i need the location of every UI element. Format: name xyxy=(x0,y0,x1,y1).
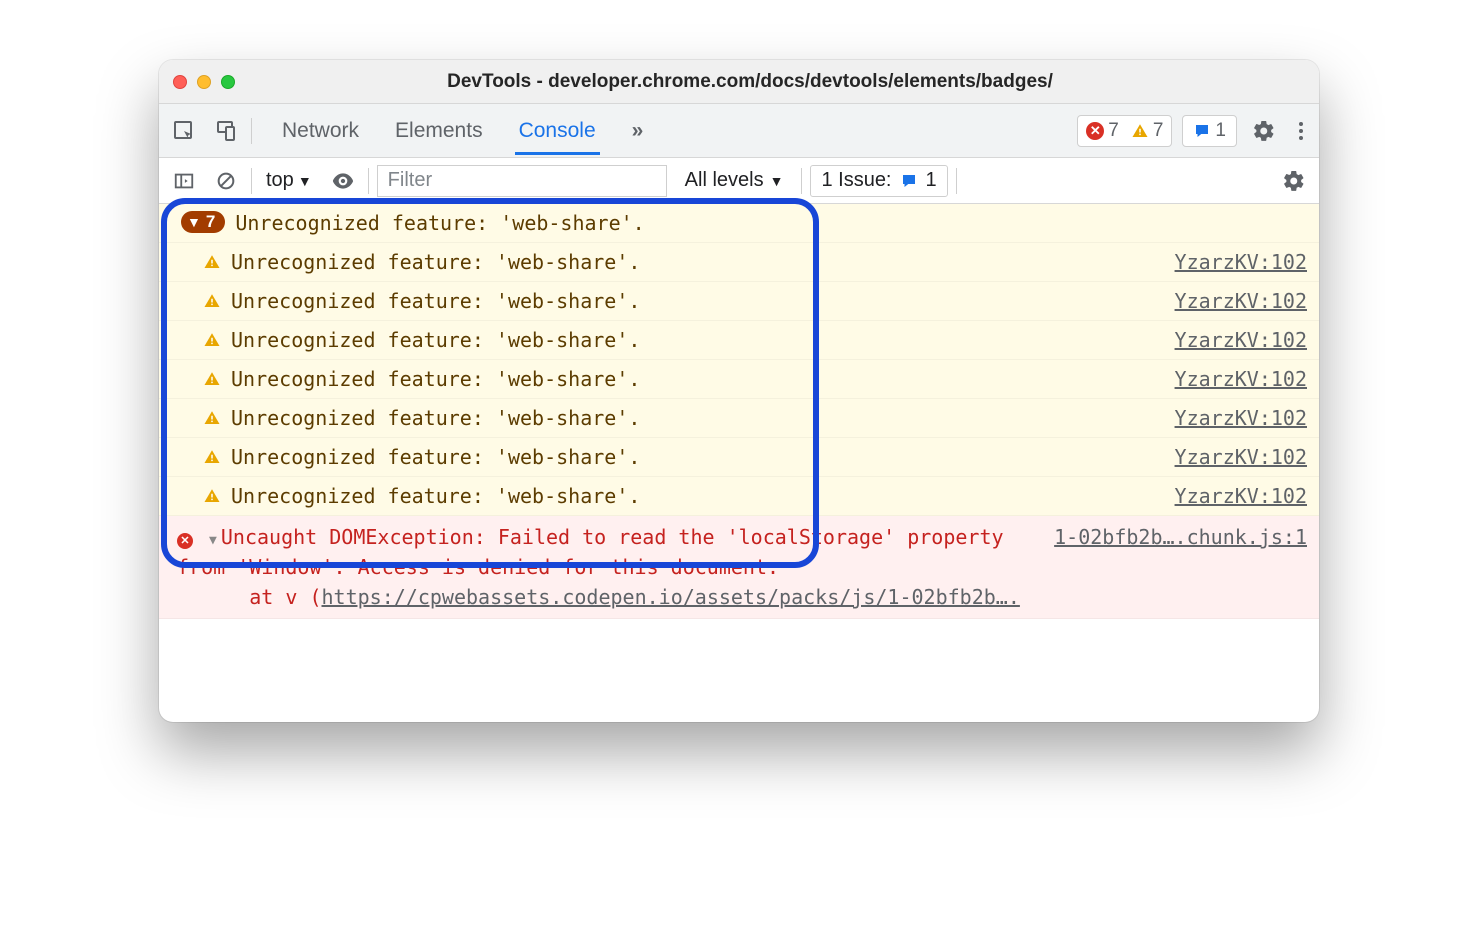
tab-elements[interactable]: Elements xyxy=(391,107,487,155)
error-warning-badge[interactable]: ✕ 7 7 xyxy=(1077,115,1172,147)
issues-label: 1 Issue: xyxy=(821,169,891,192)
issues-button[interactable]: 1 Issue: 1 xyxy=(810,165,947,197)
error-icon: ✕ xyxy=(1086,122,1104,140)
collapse-icon: ▼ xyxy=(187,214,201,230)
warning-source-link[interactable]: YzarzKV:102 xyxy=(1175,406,1307,430)
window-title: DevTools - developer.chrome.com/docs/dev… xyxy=(255,71,1305,93)
divider xyxy=(956,168,957,194)
warning-source-link[interactable]: YzarzKV:102 xyxy=(1175,445,1307,469)
warning-message: Unrecognized feature: 'web-share'. xyxy=(231,406,640,430)
warning-source-link[interactable]: YzarzKV:102 xyxy=(1175,289,1307,313)
tab-console[interactable]: Console xyxy=(515,107,600,155)
warning-entry[interactable]: Unrecognized feature: 'web-share'. YzarzK… xyxy=(159,399,1319,438)
context-selector[interactable]: top ▼ xyxy=(260,165,318,196)
warning-entry[interactable]: Unrecognized feature: 'web-share'. YzarzK… xyxy=(159,321,1319,360)
sidebar-toggle-icon[interactable] xyxy=(167,164,201,198)
warning-icon xyxy=(203,370,221,388)
warning-message: Unrecognized feature: 'web-share'. xyxy=(231,367,640,391)
disclosure-icon: ▼ xyxy=(209,531,217,551)
error-entry[interactable]: 1-02bfb2b….chunk.js:1 ✕ ▼Uncaught DOMExc… xyxy=(159,516,1319,619)
warning-entry[interactable]: Unrecognized feature: 'web-share'. YzarzK… xyxy=(159,282,1319,321)
warning-entry[interactable]: Unrecognized feature: 'web-share'. YzarzK… xyxy=(159,360,1319,399)
warning-icon xyxy=(203,487,221,505)
issues-count: 1 xyxy=(926,169,937,192)
error-icon: ✕ xyxy=(177,533,193,549)
warning-source-link[interactable]: YzarzKV:102 xyxy=(1175,367,1307,391)
warning-message: Unrecognized feature: 'web-share'. xyxy=(231,445,640,469)
console-toolbar: top ▼ Filter All levels ▼ 1 Issue: 1 xyxy=(159,158,1319,204)
panel-tabs: Network Elements Console » xyxy=(278,107,647,155)
issue-icon xyxy=(1193,122,1211,140)
traffic-lights xyxy=(173,75,235,89)
levels-label: All levels xyxy=(685,169,764,192)
zoom-window-button[interactable] xyxy=(221,75,235,89)
warning-icon xyxy=(203,331,221,349)
warning-entry[interactable]: Unrecognized feature: 'web-share'. YzarzK… xyxy=(159,243,1319,282)
warning-message: Unrecognized feature: 'web-share'. xyxy=(231,328,640,352)
error-message: Uncaught DOMException: Failed to read th… xyxy=(177,525,1004,579)
group-message: Unrecognized feature: 'web-share'. xyxy=(235,211,644,235)
settings-icon[interactable] xyxy=(1247,114,1281,148)
warning-icon xyxy=(203,253,221,271)
issues-count: 1 xyxy=(1215,120,1226,142)
divider xyxy=(251,118,252,144)
log-levels-selector[interactable]: All levels ▼ xyxy=(675,165,794,196)
stack-link[interactable]: https://cpwebassets.codepen.io/assets/pa… xyxy=(322,585,1020,609)
titlebar: DevTools - developer.chrome.com/docs/dev… xyxy=(159,60,1319,104)
warning-source-link[interactable]: YzarzKV:102 xyxy=(1175,250,1307,274)
inspect-element-icon[interactable] xyxy=(167,114,201,148)
warning-icon xyxy=(203,409,221,427)
divider xyxy=(251,168,252,194)
warning-source-link[interactable]: YzarzKV:102 xyxy=(1175,484,1307,508)
stack-prefix: at v ( xyxy=(249,585,321,609)
devtools-window: DevTools - developer.chrome.com/docs/dev… xyxy=(159,60,1319,722)
dropdown-icon: ▼ xyxy=(298,173,312,189)
main-toolbar: Network Elements Console » ✕ 7 7 1 xyxy=(159,104,1319,158)
group-count: 7 xyxy=(206,212,215,232)
device-toggle-icon[interactable] xyxy=(209,114,243,148)
warning-count: 7 xyxy=(1153,120,1164,142)
tabs-overflow-button[interactable]: » xyxy=(628,107,648,155)
warning-icon xyxy=(203,292,221,310)
minimize-window-button[interactable] xyxy=(197,75,211,89)
divider xyxy=(801,168,802,194)
error-source-link[interactable]: 1-02bfb2b….chunk.js:1 xyxy=(1054,522,1307,552)
console-settings-icon[interactable] xyxy=(1277,164,1311,198)
tab-network[interactable]: Network xyxy=(278,107,363,155)
context-label: top xyxy=(266,169,294,192)
warning-message: Unrecognized feature: 'web-share'. xyxy=(231,250,640,274)
group-count-pill: ▼ 7 xyxy=(181,211,225,233)
warning-message: Unrecognized feature: 'web-share'. xyxy=(231,484,640,508)
error-count: 7 xyxy=(1108,120,1119,142)
warning-entry[interactable]: Unrecognized feature: 'web-share'. YzarzK… xyxy=(159,438,1319,477)
more-menu-button[interactable] xyxy=(1291,116,1311,146)
warning-source-link[interactable]: YzarzKV:102 xyxy=(1175,328,1307,352)
issue-icon xyxy=(900,172,918,190)
warning-icon xyxy=(203,448,221,466)
issues-badge[interactable]: 1 xyxy=(1182,115,1237,147)
toolbar-right: ✕ 7 7 1 xyxy=(1077,114,1311,148)
divider xyxy=(368,168,369,194)
window-body: Network Elements Console » ✕ 7 7 1 xyxy=(159,104,1319,722)
filter-input[interactable]: Filter xyxy=(377,165,667,197)
warning-icon xyxy=(1131,122,1149,140)
warning-group-header[interactable]: ▼ 7 Unrecognized feature: 'web-share'. xyxy=(159,204,1319,243)
close-window-button[interactable] xyxy=(173,75,187,89)
warning-entry[interactable]: Unrecognized feature: 'web-share'. YzarzK… xyxy=(159,477,1319,516)
warning-message: Unrecognized feature: 'web-share'. xyxy=(231,289,640,313)
console-output: ▼ 7 Unrecognized feature: 'web-share'. U… xyxy=(159,204,1319,619)
filter-placeholder: Filter xyxy=(388,169,432,192)
live-expression-icon[interactable] xyxy=(326,164,360,198)
clear-console-icon[interactable] xyxy=(209,164,243,198)
dropdown-icon: ▼ xyxy=(770,173,784,189)
